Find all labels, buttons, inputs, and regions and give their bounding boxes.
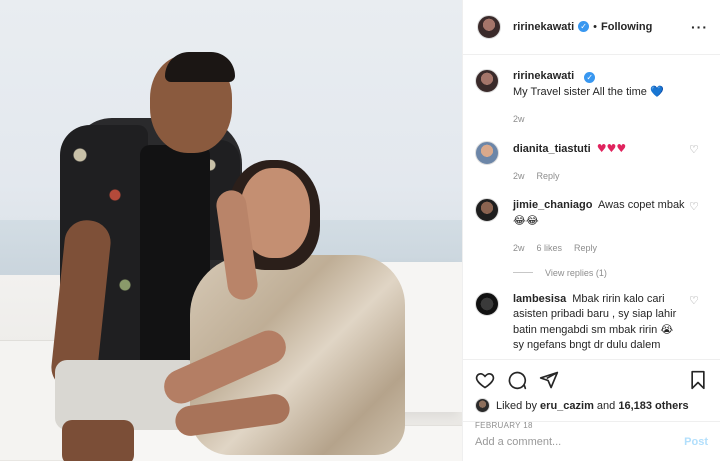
photo-man-leg — [62, 420, 134, 461]
view-replies-label: View replies (1) — [545, 267, 607, 278]
comment-username[interactable]: jimie_chaniago — [513, 199, 592, 211]
likes-summary: Liked by eru_cazim and 16,183 others — [475, 398, 708, 414]
blue-heart-emoji: 💙 — [649, 84, 664, 98]
action-icons — [475, 368, 708, 392]
laughing-emoji: 😂😂 — [513, 213, 539, 227]
photo-man-hair — [165, 52, 235, 82]
liked-by-label: Liked by — [496, 399, 537, 412]
post-header: ririnekawati ✓ • Following ··· — [463, 0, 720, 55]
comment-body: jimie_chaniago Awas copet mbak 😂😂 2w 6 l… — [513, 198, 693, 256]
comment-age[interactable]: 2w — [513, 241, 525, 256]
comment-row: jimie_chaniago Awas copet mbak 😂😂 2w 6 l… — [475, 197, 708, 256]
comments-list[interactable]: ririnekawati ✓ My Travel sister All the … — [463, 55, 720, 360]
likes-count[interactable]: 16,183 others — [618, 400, 688, 412]
comment-body: dianita_tiastuti ♥♥♥ 2w Reply — [513, 141, 693, 184]
comment-avatar[interactable] — [475, 291, 499, 316]
comment-text: Awas copet mbak — [597, 198, 685, 211]
view-replies-button[interactable]: View replies (1) — [513, 268, 708, 278]
comment-age[interactable]: 2w — [513, 169, 525, 184]
comment-avatar[interactable] — [475, 140, 499, 165]
comment-bubble-icon[interactable] — [507, 370, 527, 390]
liker-avatar[interactable] — [475, 398, 490, 414]
comment-row: lambesisa Mbak ririn kalo cari asisten p… — [475, 291, 708, 353]
comment-meta: 2w 6 likes Reply — [513, 241, 693, 256]
like-comment-heart-icon[interactable]: ♡ — [689, 201, 700, 213]
comment-row: dianita_tiastuti ♥♥♥ 2w Reply ♡ — [475, 140, 708, 184]
liker-username[interactable]: eru_cazim — [540, 400, 594, 412]
crying-emoji: 😭 — [660, 322, 674, 336]
comment-overflow-text: sy ngefans bngt dr dulu dalem — [513, 338, 661, 351]
instagram-post-view: ririnekawati ✓ • Following ··· ririnekaw… — [0, 0, 720, 461]
caption-avatar[interactable] — [475, 68, 499, 93]
likes-and-label: and — [596, 399, 616, 412]
comment-likes[interactable]: 6 likes — [537, 241, 563, 256]
post-comment-button[interactable]: Post — [684, 436, 708, 448]
post-photo[interactable] — [0, 0, 462, 461]
reply-button[interactable]: Reply — [537, 169, 560, 184]
caption-username[interactable]: ririnekawati — [513, 70, 574, 82]
caption-row: ririnekawati ✓ My Travel sister All the … — [475, 68, 708, 127]
reply-button[interactable]: Reply — [574, 241, 597, 256]
add-comment-input[interactable] — [475, 435, 685, 448]
header-separator: • — [593, 20, 597, 33]
comment-avatar[interactable] — [475, 197, 499, 222]
comment-username[interactable]: dianita_tiastuti — [513, 143, 591, 155]
caption-meta: 2w — [513, 112, 693, 127]
author-username[interactable]: ririnekawati — [513, 21, 574, 33]
like-comment-heart-icon[interactable]: ♡ — [689, 144, 700, 156]
comment-username[interactable]: lambesisa — [513, 293, 566, 305]
like-heart-icon[interactable] — [475, 370, 495, 390]
red-hearts-emoji: ♥♥♥ — [596, 141, 627, 155]
like-comment-heart-icon[interactable]: ♡ — [689, 295, 700, 307]
replies-line — [513, 272, 533, 274]
verified-badge-icon: ✓ — [578, 21, 590, 33]
post-side-panel: ririnekawati ✓ • Following ··· ririnekaw… — [462, 0, 720, 461]
caption-body: ririnekawati ✓ My Travel sister All the … — [513, 69, 693, 127]
verified-badge-icon: ✓ — [584, 71, 596, 83]
add-comment-bar: Post — [463, 421, 720, 461]
share-send-icon[interactable] — [539, 370, 559, 390]
comment-meta: 2w Reply — [513, 169, 693, 184]
more-horizontal-icon[interactable]: ··· — [691, 19, 708, 35]
caption-age[interactable]: 2w — [513, 112, 525, 127]
author-avatar[interactable] — [477, 14, 501, 39]
bookmark-save-icon[interactable] — [688, 370, 708, 390]
comment-body: lambesisa Mbak ririn kalo cari asisten p… — [513, 292, 693, 353]
caption-text: My Travel sister All the time — [513, 85, 647, 98]
following-button[interactable]: Following — [601, 21, 652, 33]
